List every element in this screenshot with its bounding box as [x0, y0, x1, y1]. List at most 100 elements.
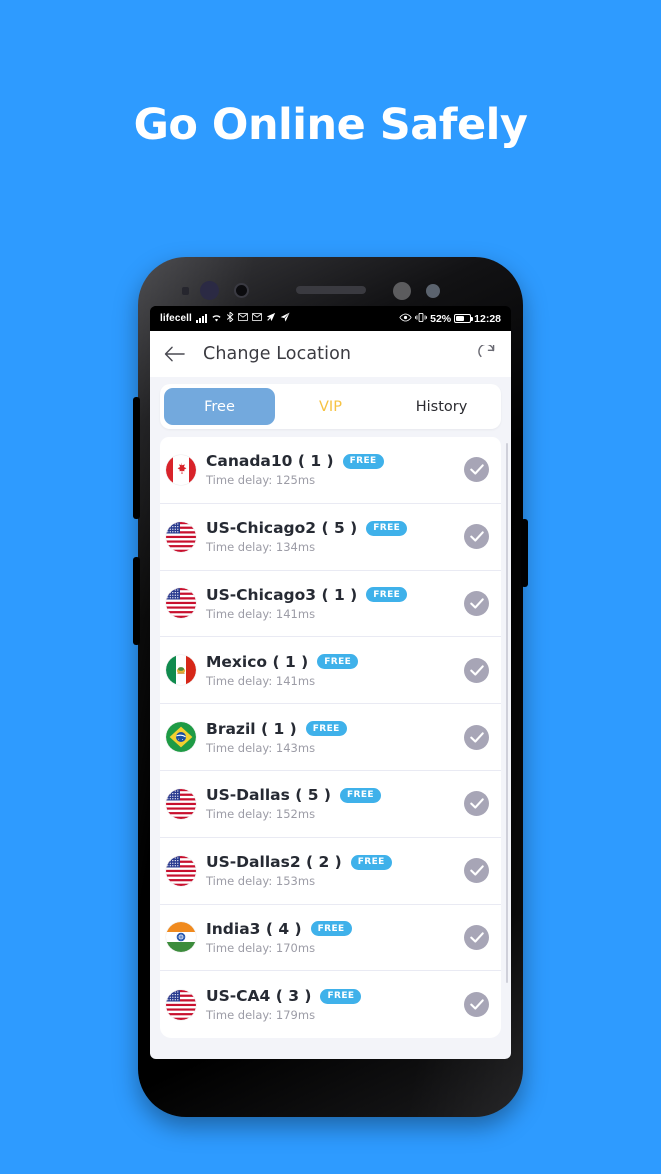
eye-icon	[399, 313, 412, 325]
server-delay: Time delay: 170ms	[206, 940, 316, 955]
list-scrollbar[interactable]	[505, 443, 508, 983]
status-bar: lifecell 52% 12:28	[150, 306, 511, 331]
check-circle-icon[interactable]	[464, 924, 489, 950]
server-list-card: Canada10 ( 1 ) FREE Time delay: 125ms US-Ch…	[160, 437, 501, 1039]
flag-icon	[166, 655, 196, 686]
server-delay: Time delay: 125ms	[206, 473, 316, 488]
status-badge: FREE	[350, 854, 392, 870]
tab-bar: Free VIP History	[160, 384, 501, 429]
flag-icon	[166, 788, 196, 819]
flag-icon	[166, 922, 196, 953]
clock-label: 12:28	[474, 312, 501, 325]
server-name: US-CA4 ( 3 )	[206, 987, 312, 1006]
check-circle-icon[interactable]	[464, 791, 489, 817]
status-badge: FREE	[305, 721, 347, 737]
status-badge: FREE	[366, 520, 408, 536]
table-row[interactable]: Brazil ( 1 ) FREE Time delay: 143ms	[160, 704, 501, 771]
flag-icon	[166, 521, 196, 552]
status-badge: FREE	[320, 988, 362, 1004]
flag-icon	[166, 989, 196, 1020]
volume-button[interactable]	[133, 397, 140, 519]
wifi-icon	[211, 313, 222, 325]
table-row[interactable]: US-Dallas2 ( 2 ) FREE Time delay: 153ms	[160, 838, 501, 905]
server-name: US-Chicago3 ( 1 )	[206, 585, 358, 604]
server-name: Brazil ( 1 )	[206, 719, 297, 738]
assistant-button[interactable]	[133, 557, 140, 645]
server-name: US-Dallas2 ( 2 )	[206, 853, 342, 872]
server-delay: Time delay: 143ms	[206, 740, 316, 755]
app-bar-title: Change Location	[203, 344, 352, 364]
phone-sensor-bar	[138, 277, 523, 303]
server-delay: Time delay: 153ms	[206, 874, 316, 889]
app-bar: Change Location	[150, 331, 511, 377]
check-circle-icon[interactable]	[464, 858, 489, 884]
flag-icon	[166, 588, 196, 619]
server-info: US-Chicago2 ( 5 ) FREE Time delay: 134ms	[206, 519, 464, 554]
check-circle-icon[interactable]	[464, 590, 489, 616]
table-row[interactable]: US-Chicago3 ( 1 ) FREE Time delay: 141ms	[160, 571, 501, 638]
sensor-right-2-icon	[426, 284, 440, 298]
signal-bars-icon	[195, 314, 207, 323]
flag-icon	[166, 722, 196, 753]
check-circle-icon[interactable]	[464, 657, 489, 683]
refresh-icon	[478, 345, 495, 358]
server-delay: Time delay: 179ms	[206, 1008, 316, 1023]
tab-vip[interactable]: VIP	[275, 388, 386, 425]
mail-secondary-icon	[252, 313, 262, 324]
table-row[interactable]: US-CA4 ( 3 ) FREE Time delay: 179ms	[160, 971, 501, 1038]
mail-icon	[238, 313, 248, 324]
bluetooth-icon	[226, 311, 234, 325]
table-row[interactable]: Mexico ( 1 ) FREE Time delay: 141ms	[160, 637, 501, 705]
vibrate-icon	[415, 312, 428, 326]
check-circle-icon[interactable]	[464, 457, 489, 483]
server-info: US-CA4 ( 3 ) FREE Time delay: 179ms	[206, 987, 464, 1022]
server-info: Canada10 ( 1 ) FREE Time delay: 125ms	[206, 452, 464, 487]
check-circle-icon[interactable]	[464, 724, 489, 750]
table-row[interactable]: India3 ( 4 ) FREE Time delay: 170ms	[160, 905, 501, 972]
page-title: Go Online Safely	[133, 100, 528, 150]
status-badge: FREE	[339, 787, 381, 803]
back-button[interactable]	[163, 343, 185, 365]
server-info: India3 ( 4 ) FREE Time delay: 170ms	[206, 920, 464, 955]
server-name: Canada10 ( 1 )	[206, 452, 334, 471]
server-delay: Time delay: 134ms	[206, 540, 316, 555]
tab-free-label: Free	[204, 398, 235, 415]
tab-bar-wrapper: Free VIP History	[150, 377, 511, 437]
iris-scanner-icon	[234, 283, 249, 298]
phone-screen: lifecell 52% 12:28 Change Location Free …	[150, 306, 511, 1059]
server-info: US-Dallas2 ( 2 ) FREE Time delay: 153ms	[206, 853, 464, 888]
status-badge: FREE	[317, 654, 359, 670]
server-info: US-Chicago3 ( 1 ) FREE Time delay: 141ms	[206, 586, 464, 621]
sensor-right-1-icon	[393, 282, 411, 300]
tab-vip-label: VIP	[319, 398, 342, 415]
server-info: Brazil ( 1 ) FREE Time delay: 143ms	[206, 720, 464, 755]
tab-history[interactable]: History	[386, 388, 497, 425]
power-button[interactable]	[521, 519, 528, 587]
tab-free[interactable]: Free	[164, 388, 275, 425]
table-row[interactable]: US-Dallas ( 5 ) FREE Time delay: 152ms	[160, 771, 501, 838]
tab-history-label: History	[415, 398, 468, 415]
server-delay: Time delay: 152ms	[206, 807, 316, 822]
table-row[interactable]: Canada10 ( 1 ) FREE Time delay: 125ms	[160, 437, 501, 504]
location-arrow-icon	[266, 312, 276, 325]
front-camera-icon	[200, 281, 219, 300]
app-content: Change Location Free VIP History Canada1…	[150, 331, 511, 1059]
server-info: US-Dallas ( 5 ) FREE Time delay: 152ms	[206, 786, 464, 821]
table-row[interactable]: US-Chicago2 ( 5 ) FREE Time delay: 134ms	[160, 504, 501, 571]
headline-area: Go Online Safely	[0, 0, 661, 250]
check-circle-icon[interactable]	[464, 992, 489, 1018]
server-name: US-Chicago2 ( 5 )	[206, 519, 358, 538]
check-circle-icon[interactable]	[464, 524, 489, 550]
battery-icon	[454, 314, 474, 323]
status-badge: FREE	[342, 453, 384, 469]
flag-icon	[166, 855, 196, 886]
flag-icon	[166, 454, 196, 485]
server-delay: Time delay: 141ms	[206, 606, 316, 621]
send-icon	[280, 312, 290, 325]
server-name: US-Dallas ( 5 )	[206, 786, 331, 805]
server-info: Mexico ( 1 ) FREE Time delay: 141ms	[206, 653, 464, 688]
battery-percent-label: 52%	[430, 312, 452, 325]
server-name: Mexico ( 1 )	[206, 652, 309, 671]
refresh-button[interactable]	[476, 343, 498, 365]
server-list[interactable]: Canada10 ( 1 ) FREE Time delay: 125ms US-Ch…	[150, 437, 511, 1059]
